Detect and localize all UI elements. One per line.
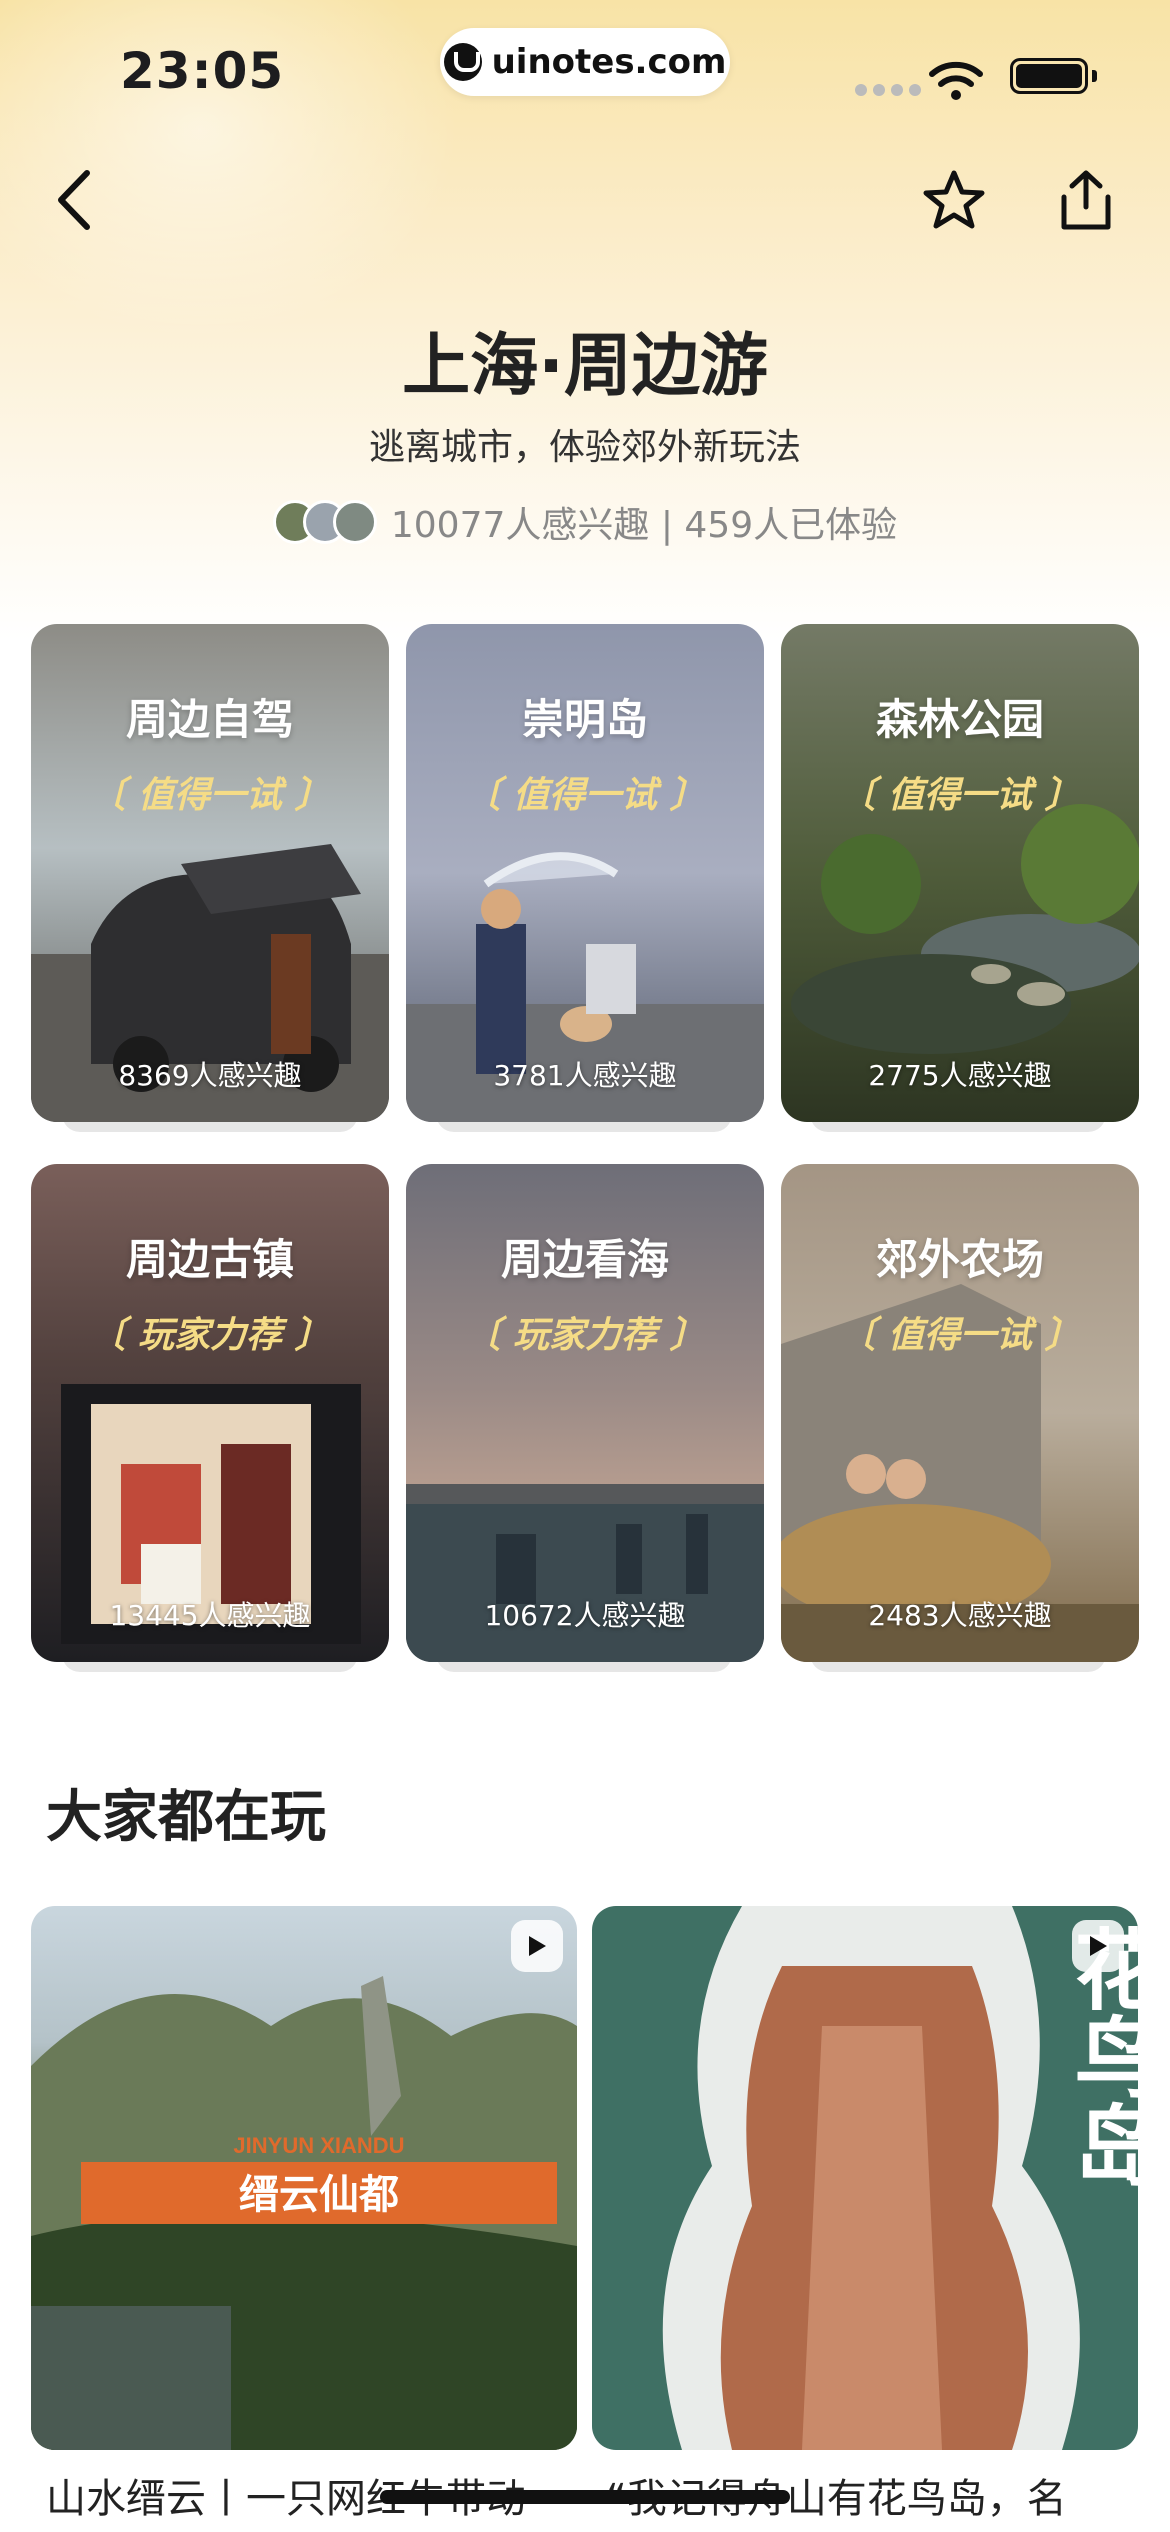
battery-icon [1010,58,1088,94]
page-title: 上海·周边游 [402,327,768,406]
card-count: 8369人感兴趣 [118,1059,302,1092]
share-button[interactable] [1046,160,1126,240]
overlay-cn: 缙云仙都 [239,2172,399,2218]
back-button[interactable] [34,160,114,240]
card-count: 13445人感兴趣 [109,1599,311,1632]
feed-image: JINYUN XIANDU 缙云仙都 [31,1906,577,2450]
page-subtitle: 逃离城市，体验郊外新玩法 [368,427,801,468]
feed-card-jinyun[interactable]: JINYUN XIANDU 缙云仙都 [31,1906,577,2450]
video-badge [1072,1920,1124,1972]
battery-tip [1092,70,1097,82]
card-title: 周边自驾 [125,695,294,744]
card-count: 10672人感兴趣 [484,1599,686,1632]
card-title: 森林公园 [875,695,1044,744]
card-title: 郊外农场 [875,1235,1044,1284]
category-card-self-drive[interactable]: 周边自驾 〔 值得一试 〕 8369人感兴趣 [31,624,389,1122]
signal-icon [855,84,921,96]
avatar-group [272,500,377,544]
play-icon [1090,1936,1107,1956]
overlay-en: JINYUN XIANDU [233,2133,404,2158]
play-icon [529,1936,546,1956]
card-count: 2775人感兴趣 [868,1059,1052,1092]
status-time: 23:05 [120,42,285,100]
site-logo-icon [443,43,482,81]
card-tag: 〔 玩家力荐 〕 [464,1315,706,1356]
card-tag: 〔 值得一试 〕 [89,775,331,816]
category-card-forest-park[interactable]: 森林公园 〔 值得一试 〕 2775人感兴趣 [781,624,1139,1122]
card-title: 周边古镇 [125,1235,294,1284]
section-title: 大家都在玩 [46,1785,326,1850]
card-title: 周边看海 [500,1235,669,1284]
card-tag: 〔 值得一试 〕 [839,775,1081,816]
card-tag: 〔 值得一试 〕 [464,775,706,816]
star-icon [923,170,985,229]
feed-image: 花鸟岛 [592,1906,1138,2450]
url-pill[interactable]: uinotes.com [440,28,730,96]
video-badge [511,1920,563,1972]
category-card-sea-view[interactable]: 周边看海 〔 玩家力荐 〕 10672人感兴趣 [406,1164,764,1662]
feed-card-huaniao[interactable]: 花鸟岛 [592,1906,1138,2450]
card-tag: 〔 玩家力荐 〕 [89,1315,331,1356]
card-count: 2483人感兴趣 [868,1599,1052,1632]
card-count: 3781人感兴趣 [493,1059,677,1092]
interest-stats: 10077人感兴趣 | 459人已体验 [0,496,1170,548]
home-indicator [380,2490,790,2504]
card-title: 崇明岛 [521,695,648,744]
category-card-chongming[interactable]: 崇明岛 〔 值得一试 〕 3781人感兴趣 [406,624,764,1122]
url-text: uinotes.com [491,42,727,82]
category-card-ancient-town[interactable]: 周边古镇 〔 玩家力荐 〕 13445人感兴趣 [31,1164,389,1662]
card-tag: 〔 值得一试 〕 [839,1315,1081,1356]
wifi-icon [929,61,983,100]
stats-text: 10077人感兴趣 | 459人已体验 [390,505,898,546]
share-icon [1061,170,1111,230]
avatar [332,500,377,544]
category-card-farm[interactable]: 郊外农场 〔 值得一试 〕 2483人感兴趣 [781,1164,1139,1662]
favorite-button[interactable] [914,160,994,240]
back-icon [58,170,90,230]
